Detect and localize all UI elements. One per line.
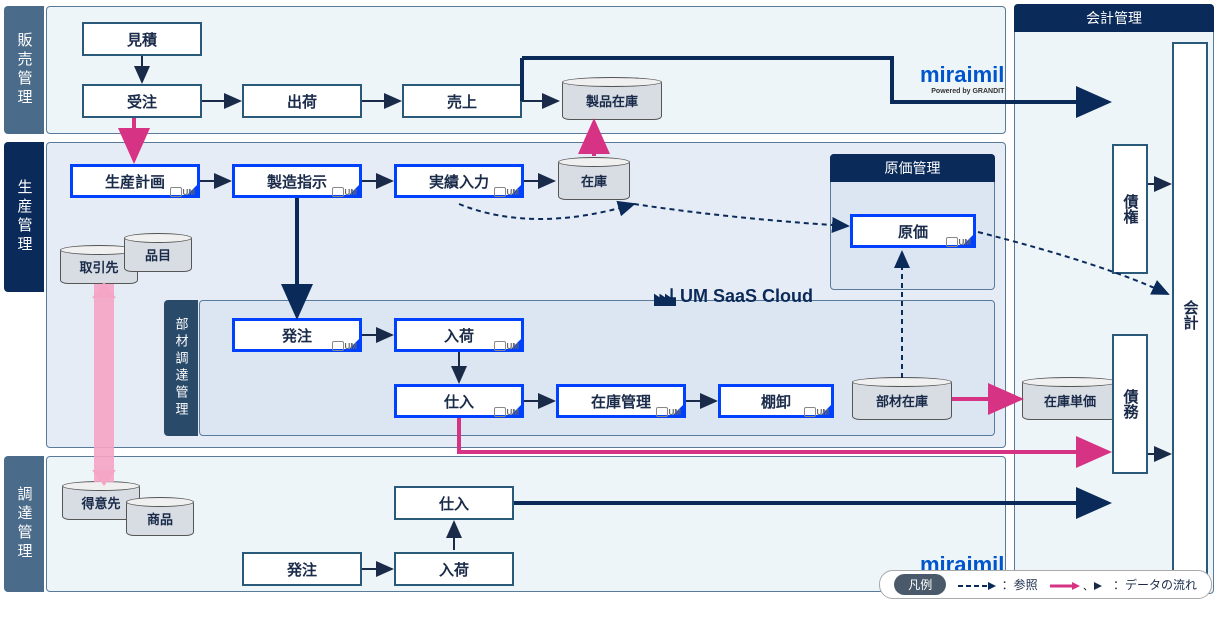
cyl-mat-stock: 部材在庫 <box>852 380 952 420</box>
label-production: 生産管理 <box>4 142 44 292</box>
um-tag-icon: UM <box>656 407 681 417</box>
cyl-stock: 在庫 <box>558 160 630 200</box>
text-stock: 在庫 <box>581 171 607 190</box>
box-accounting: 会計 <box>1172 42 1208 588</box>
text-receivable: 債権 <box>1120 194 1141 224</box>
text-product-stock: 製品在庫 <box>586 91 638 110</box>
cyl-item: 品目 <box>124 236 192 272</box>
text-receipt2: 入荷 <box>439 559 469 580</box>
text-ship: 出荷 <box>287 91 317 112</box>
cyl-stock-price: 在庫単価 <box>1022 380 1118 420</box>
um-tag-icon: UM <box>494 187 519 197</box>
text-result-entry: 実績入力 <box>429 171 489 192</box>
label-procurement: 調達管理 <box>4 456 44 592</box>
text-sales: 売上 <box>447 91 477 112</box>
text-cost: 原価 <box>898 221 928 242</box>
um-tag-icon: UM <box>170 187 195 197</box>
text-order: 受注 <box>127 91 157 112</box>
legend-title: 凡例 <box>894 574 946 595</box>
svg-text:、: 、 <box>1083 582 1093 591</box>
logo-miraimil: miraimilPowered by GRANDIT <box>920 62 1004 95</box>
box-purchase2: 仕入 <box>394 486 514 520</box>
text-po1: 発注 <box>282 325 312 346</box>
text-po2: 発注 <box>287 559 317 580</box>
um-tag-icon: UM <box>946 237 971 247</box>
box-mfg-order: 製造指示 UM <box>232 164 362 198</box>
legend: 凡例 ：参照 、 ：データの流れ <box>879 570 1212 599</box>
header-cost: 原価管理 <box>830 154 995 182</box>
um-tag-icon: UM <box>332 187 357 197</box>
box-receipt2: 入荷 <box>394 552 514 586</box>
um-tag-icon: UM <box>332 341 357 351</box>
logo-umsaascloud: UM SaaS Cloud <box>654 286 813 307</box>
header-accounting: 会計管理 <box>1014 4 1214 32</box>
box-prod-plan: 生産計画 UM <box>70 164 200 198</box>
box-purchase1: 仕入 UM <box>394 384 524 418</box>
text-partner: 取引先 <box>79 257 118 276</box>
text-payable: 債務 <box>1120 389 1141 419</box>
text-prod-plan: 生産計画 <box>105 171 165 192</box>
box-receivable: 債権 <box>1112 144 1148 274</box>
box-cost: 原価 UM <box>850 214 976 248</box>
label-material: 部材調達管理 <box>164 300 198 436</box>
box-stocktake: 棚卸 UM <box>718 384 834 418</box>
box-payable: 債務 <box>1112 334 1148 474</box>
text-accounting: 会計 <box>1180 300 1201 330</box>
text-mfg-order: 製造指示 <box>267 171 327 192</box>
box-result-entry: 実績入力 UM <box>394 164 524 198</box>
box-ship: 出荷 <box>242 84 362 118</box>
text-purchase1: 仕入 <box>444 391 474 412</box>
legend-dataflow: 、 ：データの流れ <box>1050 576 1197 593</box>
text-receipt1: 入荷 <box>444 325 474 346</box>
box-order: 受注 <box>82 84 202 118</box>
box-po1: 発注 UM <box>232 318 362 352</box>
um-tag-icon: UM <box>494 341 519 351</box>
box-receipt1: 入荷 UM <box>394 318 524 352</box>
text-stock-price: 在庫単価 <box>1044 391 1096 410</box>
um-tag-icon: UM <box>494 407 519 417</box>
cyl-goods: 商品 <box>126 500 194 536</box>
um-tag-icon: UM <box>804 407 829 417</box>
text-mat-stock: 部材在庫 <box>876 391 928 410</box>
legend-reference: ：参照 <box>958 576 1037 593</box>
cyl-product-stock: 製品在庫 <box>562 80 662 120</box>
box-sales: 売上 <box>402 84 522 118</box>
factory-icon <box>654 288 676 306</box>
box-quote: 見積 <box>82 22 202 56</box>
text-customer: 得意先 <box>81 493 120 512</box>
text-purchase2: 仕入 <box>439 493 469 514</box>
text-quote: 見積 <box>127 29 157 50</box>
label-sales: 販売管理 <box>4 6 44 134</box>
text-goods: 商品 <box>147 509 173 528</box>
box-inv-mgmt: 在庫管理 UM <box>556 384 686 418</box>
text-stocktake: 棚卸 <box>761 391 791 412</box>
text-inv-mgmt: 在庫管理 <box>591 391 651 412</box>
text-item: 品目 <box>145 245 171 264</box>
box-po2: 発注 <box>242 552 362 586</box>
